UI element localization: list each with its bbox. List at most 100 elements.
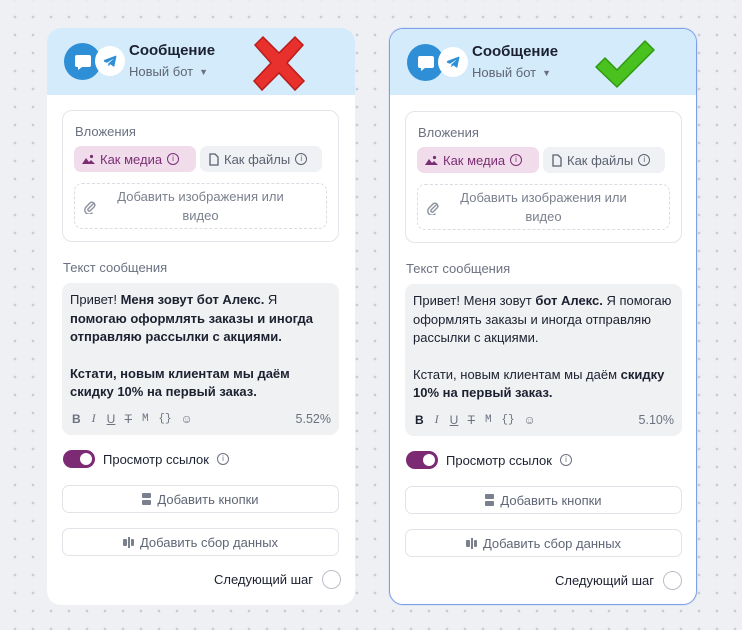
message-editor[interactable]: Привет! Меня зовут бот Алекс. Я помогаю … (405, 284, 682, 436)
add-media-dropzone[interactable]: Добавить изображения или видео (74, 183, 327, 229)
card-title: Сообщение (129, 42, 216, 59)
attachments-label: Вложения (418, 125, 479, 140)
image-icon (425, 155, 438, 165)
bot-name: Новый бот (472, 65, 537, 80)
attach-as-media-chip[interactable]: Как медиа i (74, 146, 196, 172)
info-icon[interactable]: i (216, 453, 229, 465)
card-header: Сообщение Новый бот ▼ (47, 28, 355, 95)
dropzone-label: Добавить изображения или видео (117, 189, 284, 223)
paragraph-break (70, 347, 332, 365)
attach-as-media-chip[interactable]: Как медиа i (417, 147, 539, 173)
underline-button[interactable]: U (450, 413, 459, 427)
data-collection-icon (122, 536, 134, 548)
buttons-icon (485, 494, 495, 506)
next-step-label: Следующий шаг (214, 572, 313, 587)
monospace-button[interactable]: M (141, 413, 149, 425)
message-text[interactable]: Привет! Меня зовут бот Алекс. Я помогаю … (413, 292, 675, 403)
strikethrough-button[interactable]: T (124, 412, 132, 426)
bold-button[interactable]: B (415, 413, 424, 427)
add-data-collection-button[interactable]: Добавить сбор данных (62, 528, 339, 556)
char-counter: 5.52% (295, 412, 331, 426)
chevron-down-icon: ▼ (199, 66, 209, 77)
attachments-section: Вложения Как медиа i Как файлы i Добавит… (62, 110, 339, 242)
dropzone-label: Добавить изображения или видео (460, 190, 627, 224)
message-card-left[interactable]: Сообщение Новый бот ▼ Вложения Как медиа… (47, 28, 355, 605)
next-step-label: Следующий шаг (555, 573, 654, 588)
files-chip-label: Как файлы (567, 152, 634, 168)
message-text-run: отправляю рассылки с акциями. (70, 329, 282, 344)
media-chip-label: Как медиа (100, 151, 163, 167)
add-buttons-label: Добавить кнопки (157, 491, 259, 507)
bold-button[interactable]: B (72, 412, 81, 426)
message-text-run: Привет! Меня зовут (413, 293, 536, 308)
variables-button[interactable]: {} (501, 414, 514, 426)
format-toolbar: B I U T M {} ☺ (72, 411, 193, 426)
attachments-label: Вложения (75, 124, 136, 139)
paperclip-icon (84, 201, 96, 214)
variables-button[interactable]: {} (158, 413, 171, 425)
message-text-run: Меня зовут бот Алекс. (120, 292, 265, 307)
add-buttons-label: Добавить кнопки (500, 492, 602, 508)
message-text-run: Я (264, 292, 278, 307)
add-buttons-button[interactable]: Добавить кнопки (405, 486, 682, 514)
checkmark-icon (595, 40, 655, 88)
next-step-row: Следующий шаг (555, 571, 682, 590)
next-step-row: Следующий шаг (214, 570, 341, 589)
link-preview-toggle[interactable] (63, 450, 95, 468)
paragraph-break (413, 348, 675, 366)
info-icon[interactable]: i (295, 153, 308, 165)
underline-button[interactable]: U (107, 412, 116, 426)
message-text-run: Кстати, новым клиентам мы даём (413, 366, 621, 382)
strikethrough-button[interactable]: T (467, 413, 475, 427)
attachments-section: Вложения Как медиа i Как файлы i Добавит… (405, 111, 682, 243)
buttons-icon (142, 493, 152, 505)
link-preview-row: Просмотр ссылок i (63, 450, 229, 468)
message-text-run: Кстати, новым клиентам мы даём скидку 10… (70, 365, 290, 400)
message-text-run: помогаю оформлять заказы и иногда (70, 310, 314, 326)
chevron-down-icon: ▼ (542, 67, 552, 78)
telegram-icon (95, 46, 125, 76)
image-icon (82, 154, 95, 164)
data-collection-icon (465, 537, 477, 549)
char-counter: 5.10% (638, 413, 674, 427)
message-card-right[interactable]: Сообщение Новый бот ▼ Вложения Как медиа… (389, 28, 697, 605)
message-text-run: бот Алекс. (535, 293, 603, 308)
next-step-connector[interactable] (322, 570, 341, 589)
bot-selector[interactable]: Новый бот ▼ (129, 64, 208, 79)
emoji-button[interactable]: ☺ (181, 412, 193, 426)
add-buttons-button[interactable]: Добавить кнопки (62, 485, 339, 513)
next-step-connector[interactable] (663, 571, 682, 590)
format-toolbar: B I U T M {} ☺ (415, 412, 536, 427)
attach-as-files-chip[interactable]: Как файлы i (543, 147, 665, 173)
link-preview-toggle[interactable] (406, 451, 438, 469)
card-title: Сообщение (472, 43, 559, 60)
info-icon[interactable]: i (559, 454, 572, 466)
link-preview-label: Просмотр ссылок (103, 451, 209, 467)
bot-selector[interactable]: Новый бот ▼ (472, 65, 551, 80)
file-icon (552, 153, 562, 167)
link-preview-row: Просмотр ссылок i (406, 451, 572, 469)
message-text-run: Привет! (70, 292, 121, 307)
info-icon[interactable]: i (638, 154, 651, 166)
file-icon (209, 152, 219, 166)
add-media-dropzone[interactable]: Добавить изображения или видео (417, 184, 670, 230)
message-text-label: Текст сообщения (406, 261, 511, 276)
add-data-collection-label: Добавить сбор данных (139, 534, 279, 550)
message-editor[interactable]: Привет! Меня зовут бот Алекс. Я помогаю … (62, 283, 339, 435)
italic-button[interactable]: I (90, 411, 98, 426)
italic-button[interactable]: I (433, 412, 441, 427)
cross-icon (252, 35, 306, 92)
emoji-button[interactable]: ☺ (524, 413, 536, 427)
message-text[interactable]: Привет! Меня зовут бот Алекс. Я помогаю … (70, 291, 332, 402)
add-data-collection-label: Добавить сбор данных (482, 535, 622, 551)
paperclip-icon (427, 202, 439, 215)
info-icon[interactable]: i (167, 153, 180, 165)
files-chip-label: Как файлы (224, 151, 291, 167)
add-data-collection-button[interactable]: Добавить сбор данных (405, 529, 682, 557)
card-header: Сообщение Новый бот ▼ (390, 29, 696, 95)
attach-as-files-chip[interactable]: Как файлы i (200, 146, 322, 172)
link-preview-label: Просмотр ссылок (446, 452, 552, 468)
info-icon[interactable]: i (510, 154, 523, 166)
monospace-button[interactable]: M (484, 414, 492, 426)
media-chip-label: Как медиа (443, 152, 506, 168)
